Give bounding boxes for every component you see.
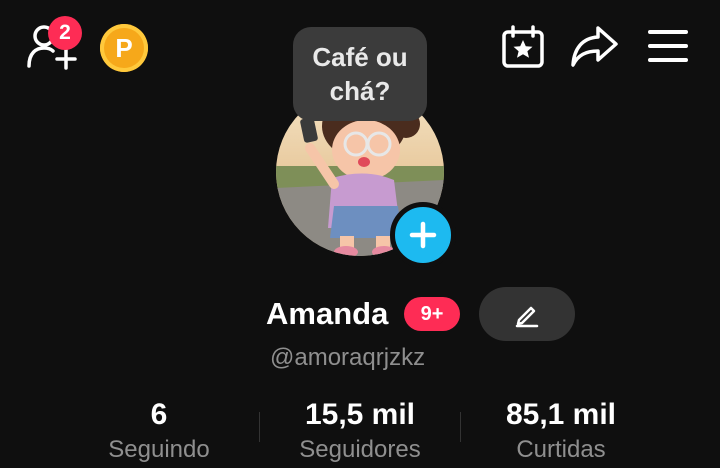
plus-icon xyxy=(409,221,437,249)
friend-requests-badge: 2 xyxy=(48,16,82,50)
menu-button[interactable] xyxy=(646,26,690,66)
add-photo-button[interactable] xyxy=(390,202,456,268)
messages-badge[interactable]: 9+ xyxy=(404,297,460,331)
share-arrow-icon xyxy=(571,26,618,67)
share-profile-button[interactable] xyxy=(570,22,620,70)
username: @amoraqrjzkz xyxy=(270,344,426,371)
calendar-button[interactable] xyxy=(500,24,546,70)
profile-name: Amanda xyxy=(266,296,389,331)
stat-following[interactable]: 6 Seguindo xyxy=(59,396,259,466)
stat-following-label: Seguindo xyxy=(108,436,210,463)
stat-likes[interactable]: 85,1 mil Curtidas xyxy=(461,396,661,466)
hamburger-menu-icon xyxy=(648,30,688,62)
pencil-icon xyxy=(515,306,539,328)
calendar-star-icon xyxy=(502,25,544,68)
stat-likes-value: 85,1 mil xyxy=(505,398,617,431)
stat-followers[interactable]: 15,5 mil Seguidores xyxy=(260,396,460,466)
stat-followers-value: 15,5 mil xyxy=(304,398,416,431)
stat-likes-label: Curtidas xyxy=(516,436,606,463)
note-text: Café ou chá? xyxy=(312,42,408,106)
stat-following-value: 6 xyxy=(150,398,168,431)
note-bubble[interactable]: Café ou chá? xyxy=(293,27,427,121)
coin-icon[interactable]: P xyxy=(100,24,148,72)
edit-profile-button[interactable] xyxy=(479,287,575,341)
stat-followers-label: Seguidores xyxy=(299,436,421,463)
